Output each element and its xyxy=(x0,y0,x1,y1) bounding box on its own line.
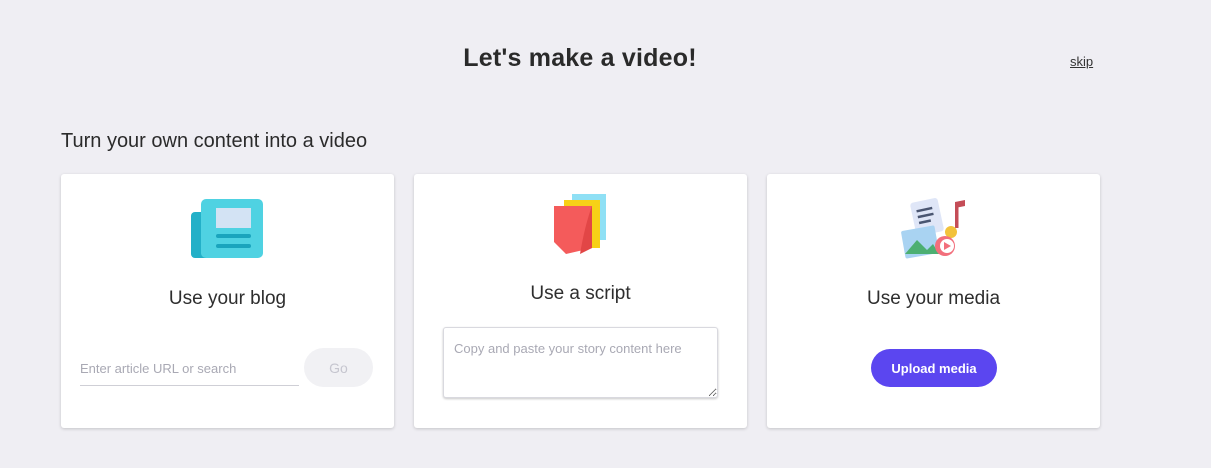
article-url-input[interactable] xyxy=(80,352,299,386)
newspaper-icon xyxy=(191,199,263,258)
blog-card-label: Use your blog xyxy=(168,288,287,309)
script-pages-icon xyxy=(554,194,606,254)
script-card: Use a script xyxy=(414,174,747,428)
skip-link[interactable]: skip xyxy=(1070,54,1093,69)
story-content-textarea[interactable] xyxy=(443,327,718,398)
upload-media-button[interactable]: Upload media xyxy=(871,349,997,387)
blog-card: Use your blog Go xyxy=(61,174,394,428)
section-title: Turn your own content into a video xyxy=(61,130,368,152)
script-card-label: Use a script xyxy=(530,283,631,304)
page-title: Let's make a video! xyxy=(463,44,697,72)
go-button[interactable]: Go xyxy=(304,348,373,387)
media-card: Use your media Upload media xyxy=(767,174,1100,428)
media-card-label: Use your media xyxy=(866,288,1001,309)
onboarding-page: Let's make a video! skip Turn your own c… xyxy=(0,0,1211,468)
media-collage-icon xyxy=(901,198,965,259)
